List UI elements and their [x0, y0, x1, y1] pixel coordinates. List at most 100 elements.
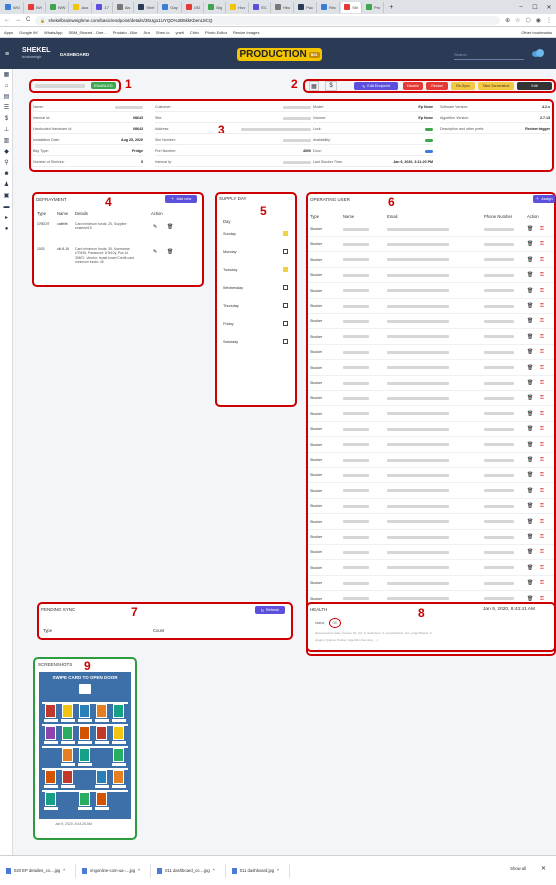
lock-icon[interactable]: ⚿ — [540, 288, 544, 294]
bookmark-item[interactable]: Photo Editor — [205, 30, 227, 35]
zoom-icon[interactable]: ⊕ — [505, 17, 510, 24]
download-item[interactable]: imgonline-com-ua-....jpg ^ — [82, 863, 152, 878]
browser-tab[interactable]: Pro — [363, 1, 385, 13]
delete-trash-icon[interactable]: 🗑 — [527, 426, 533, 432]
lock-icon[interactable]: ⚿ — [540, 442, 544, 448]
lock-icon[interactable]: ⚿ — [540, 334, 544, 340]
lock-icon[interactable]: ⚿ — [540, 411, 544, 417]
supply-day-checkbox[interactable] — [283, 321, 288, 326]
download-item[interactable]: 020 EP detailes_co....jpg ^ — [6, 863, 77, 878]
lock-icon[interactable]: ⚿ — [540, 349, 544, 355]
bookmark-item[interactable]: yneti — [175, 30, 183, 35]
sidebar-item-info[interactable]: ● — [0, 223, 13, 234]
lock-icon[interactable]: ⚿ — [540, 426, 544, 432]
delete-trash-icon[interactable]: 🗑 — [527, 580, 533, 586]
sidebar-item-locations[interactable]: ⚲ — [0, 157, 13, 168]
supply-day-checkbox[interactable] — [283, 339, 288, 344]
reload-icon[interactable]: C — [26, 17, 30, 23]
delete-trash-icon[interactable]: 🗑 — [167, 224, 173, 230]
bookmark-item[interactable]: SBM_Shared - One... — [68, 30, 106, 35]
sidebar-item-play[interactable]: ▸ — [0, 212, 13, 223]
refresh-button[interactable]: ↻ Refresh — [255, 606, 285, 614]
downloads-close-icon[interactable]: ✕ — [541, 865, 546, 872]
minimize-icon[interactable]: – — [514, 0, 528, 14]
sidebar-item-trucks[interactable]: ▬ — [0, 201, 13, 212]
delete-trash-icon[interactable]: 🗑 — [527, 334, 533, 340]
delete-trash-icon[interactable]: 🗑 — [527, 488, 533, 494]
chevron-up-icon[interactable]: ^ — [277, 868, 279, 873]
profile-icon[interactable]: ◉ — [536, 17, 541, 24]
browser-tab[interactable]: 17 — [93, 1, 113, 13]
delete-trash-icon[interactable]: 🗑 — [527, 519, 533, 525]
supply-day-checkbox[interactable] — [283, 303, 288, 308]
supply-day-checkbox[interactable] — [283, 267, 288, 272]
sidebar-item-endpoints[interactable]: ▤ — [0, 91, 13, 102]
bookmark-item[interactable]: Shen io — [156, 30, 170, 35]
delete-trash-icon[interactable]: 🗑 — [167, 249, 173, 255]
lock-icon[interactable]: ⚿ — [540, 565, 544, 571]
delete-trash-icon[interactable]: 🗑 — [527, 226, 533, 232]
browser-tab[interactable]: Aus — [70, 1, 93, 13]
supply-day-checkbox[interactable] — [283, 285, 288, 290]
delete-trash-icon[interactable]: 🗑 — [527, 472, 533, 478]
delete-trash-icon[interactable]: 🗑 — [527, 549, 533, 555]
download-item[interactable]: 011 dashboard.jpg ^ — [231, 863, 291, 878]
lock-icon[interactable]: ⚿ — [540, 318, 544, 324]
browser-tab[interactable]: Als — [114, 1, 135, 13]
edit-endpoint-button[interactable]: ✎ Edit Endpoint — [354, 82, 398, 90]
delete-trash-icon[interactable]: 🗑 — [527, 503, 533, 509]
sidebar-item-list[interactable]: ☰ — [0, 102, 13, 113]
browser-tab[interactable]: Rec — [318, 1, 341, 13]
disable-button[interactable]: Disable — [403, 82, 423, 90]
bookmark-item[interactable]: WhatsApp — [44, 30, 62, 35]
star-icon[interactable]: ☆ — [515, 17, 520, 24]
bookmark-item[interactable]: Prodato - Blur — [113, 30, 138, 35]
delete-trash-icon[interactable]: 🗑 — [527, 565, 533, 571]
lock-icon[interactable]: ⚿ — [540, 534, 544, 540]
lock-icon[interactable]: ⚿ — [540, 241, 544, 247]
lock-icon[interactable]: ⚿ — [540, 488, 544, 494]
lock-icon[interactable]: ⚿ — [540, 303, 544, 309]
sidebar-item-users[interactable]: ☻ — [0, 168, 13, 179]
browser-tab[interactable]: Big — [205, 1, 227, 13]
lock-icon[interactable]: ⚿ — [540, 257, 544, 263]
supply-day-checkbox[interactable] — [283, 249, 288, 254]
lock-icon[interactable]: ⚿ — [540, 226, 544, 232]
bookmark-item[interactable]: Apps — [4, 30, 13, 35]
delete-trash-icon[interactable]: 🗑 — [527, 457, 533, 463]
lock-icon[interactable]: ⚿ — [540, 472, 544, 478]
delete-trash-icon[interactable]: 🗑 — [527, 395, 533, 401]
bookmark-item[interactable]: Google IIK — [19, 30, 38, 35]
restart-button[interactable]: Restart — [426, 82, 448, 90]
search-input[interactable]: Search — [454, 52, 524, 60]
chevron-up-icon[interactable]: ^ — [213, 868, 215, 873]
forward-icon[interactable]: → — [15, 17, 21, 23]
sidebar-item-user[interactable]: ♟ — [0, 179, 13, 190]
browser-tab[interactable]: Shi — [341, 1, 363, 13]
supply-day-checkbox[interactable] — [283, 231, 288, 236]
screenshot-image[interactable]: SWIPE CARD TO OPEN DOOR — [39, 672, 131, 819]
lock-icon[interactable]: ⚿ — [540, 549, 544, 555]
lock-icon[interactable]: ⚿ — [540, 519, 544, 525]
lock-icon[interactable]: ⚿ — [540, 272, 544, 278]
cloud-icon[interactable] — [531, 48, 545, 58]
sidebar-item-dashboard[interactable]: ▦ — [0, 69, 13, 80]
lock-icon[interactable]: ⚿ — [540, 457, 544, 463]
environment-badge[interactable]: PRODUCTION BS1 — [237, 48, 322, 61]
sidebar-item-products[interactable]: ▥ — [0, 135, 13, 146]
extension-icon[interactable]: ⬡ — [526, 17, 531, 24]
delete-trash-icon[interactable]: 🗑 — [527, 365, 533, 371]
edit-pencil-icon[interactable]: ✎ — [153, 249, 157, 255]
browser-tab[interactable]: Shel — [135, 1, 159, 13]
delete-trash-icon[interactable]: 🗑 — [527, 596, 533, 602]
browser-tab[interactable]: Pac — [295, 1, 318, 13]
bookmark-item[interactable]: Citrix — [190, 30, 199, 35]
lock-icon[interactable]: ⚿ — [540, 596, 544, 602]
delete-trash-icon[interactable]: 🗑 — [527, 349, 533, 355]
lock-icon[interactable]: ⚿ — [540, 380, 544, 386]
delete-trash-icon[interactable]: 🗑 — [527, 442, 533, 448]
browser-tab[interactable]: Hbo — [272, 1, 295, 13]
browser-menu-icon[interactable]: ⋮ — [546, 17, 552, 24]
grid-icon[interactable]: ▦ — [309, 81, 319, 91]
maximize-icon[interactable]: ☐ — [528, 0, 542, 14]
